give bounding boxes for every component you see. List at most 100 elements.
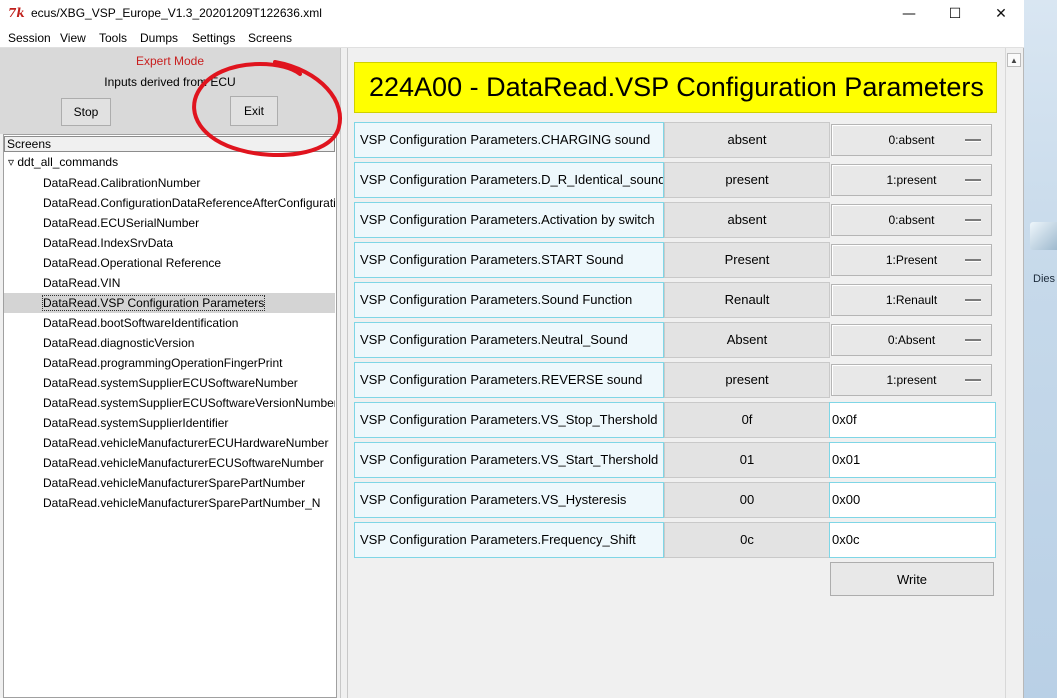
menu-view[interactable]: View [60,31,86,45]
option-menu-indicator-icon [965,139,981,141]
param-option-label: 0:absent [888,133,935,147]
tree-item[interactable]: DataRead.vehicleManufacturerSparePartNum… [4,493,335,513]
param-option-label: 0:absent [888,213,935,227]
tree-item[interactable]: DataRead.CalibrationNumber [4,173,335,193]
tree-item-label: DataRead.VIN [43,276,121,290]
param-option-label: 1:Present [885,253,938,267]
param-hex-input[interactable]: 0x0c [829,522,996,558]
param-value: Present [664,242,830,278]
screen-header: 224A00 - DataRead.VSP Configuration Para… [354,62,997,113]
param-option-label: 0:Absent [887,333,936,347]
param-option-menu[interactable]: 1:present [831,364,992,396]
option-menu-indicator-icon [965,259,981,261]
param-option-menu[interactable]: 0:absent [831,124,992,156]
vertical-scrollbar[interactable] [1005,48,1023,698]
tree-item-label: DataRead.diagnosticVersion [43,336,195,350]
tree-item[interactable]: DataRead.vehicleManufacturerECUSoftwareN… [4,453,335,473]
tree-item[interactable]: DataRead.systemSupplierECUSoftwareVersio… [4,393,335,413]
menu-screens[interactable]: Screens [248,31,292,45]
stop-button[interactable]: Stop [61,98,111,126]
param-hex-input[interactable]: 0x00 [829,482,996,518]
write-button[interactable]: Write [830,562,994,596]
option-menu-indicator-icon [965,339,981,341]
desktop-icon-label[interactable]: Dies [1033,273,1055,285]
tree-item[interactable]: DataRead.ECUSerialNumber [4,213,335,233]
tree-item[interactable]: DataRead.bootSoftwareIdentification [4,313,335,333]
desktop-file-icon[interactable] [1030,222,1057,250]
tree-item-label: DataRead.programmingOperationFingerPrint [43,356,283,370]
param-value: Absent [664,322,830,358]
param-option-menu[interactable]: 1:present [831,164,992,196]
tree-item[interactable]: DataRead.VIN [4,273,335,293]
tree-item-label: DataRead.VSP Configuration Parameters [41,295,266,311]
tree-item-label: DataRead.CalibrationNumber [43,176,201,190]
tree-item-label: DataRead.vehicleManufacturerSparePartNum… [43,476,306,490]
tree-item[interactable]: DataRead.Operational Reference [4,253,335,273]
collapse-triangle-icon[interactable]: ▿ [8,155,14,169]
scroll-up-arrow-icon[interactable]: ▲ [1007,53,1021,67]
param-value: 00 [664,482,830,518]
menu-session[interactable]: Session [8,31,51,45]
tree-item-label: DataRead.Operational Reference [43,256,222,270]
close-button[interactable]: ✕ [978,0,1024,28]
param-option-menu[interactable]: 1:Renault [831,284,992,316]
minimize-button[interactable]: — [886,0,932,28]
param-option-menu[interactable]: 0:absent [831,204,992,236]
param-label: VSP Configuration Parameters.D_R_Identic… [354,162,664,198]
tree-item-label: DataRead.IndexSrvData [43,236,174,250]
param-value: absent [664,202,830,238]
option-menu-indicator-icon [965,179,981,181]
menu-bar: Session View Tools Dumps Settings Screen… [0,28,1024,48]
desktop-background [1024,0,1057,698]
option-menu-indicator-icon [965,219,981,221]
param-label: VSP Configuration Parameters.VS_Start_Th… [354,442,664,478]
param-value: 0c [664,522,830,558]
param-label: VSP Configuration Parameters.REVERSE sou… [354,362,664,398]
param-hex-input[interactable]: 0x0f [829,402,996,438]
param-label: VSP Configuration Parameters.START Sound [354,242,664,278]
tree-item[interactable]: DataRead.systemSupplierIdentifier [4,413,335,433]
param-value: absent [664,122,830,158]
tree-root-label: ddt_all_commands [17,155,119,169]
menu-settings[interactable]: Settings [192,31,235,45]
tree-item[interactable]: DataRead.diagnosticVersion [4,333,335,353]
param-option-menu[interactable]: 0:Absent [831,324,992,356]
tree-item-label: DataRead.ConfigurationDataReferenceAfter… [43,196,335,210]
param-label: VSP Configuration Parameters.CHARGING so… [354,122,664,158]
param-value: 0f [664,402,830,438]
app-window: 7k ecus/XBG_VSP_Europe_V1.3_20201209T122… [0,0,1024,698]
param-option-label: 1:Renault [885,293,938,307]
param-value: present [664,362,830,398]
param-hex-input[interactable]: 0x01 [829,442,996,478]
option-menu-indicator-icon [965,379,981,381]
tree-item[interactable]: DataRead.vehicleManufacturerSparePartNum… [4,473,335,493]
title-bar[interactable]: 7k ecus/XBG_VSP_Europe_V1.3_20201209T122… [0,0,1024,28]
tree-item-label: DataRead.systemSupplierECUSoftwareVersio… [43,396,335,410]
option-menu-indicator-icon [965,299,981,301]
maximize-button[interactable]: ☐ [932,0,978,28]
tree-item[interactable]: DataRead.vehicleManufacturerECUHardwareN… [4,433,335,453]
param-label: VSP Configuration Parameters.VS_Stop_The… [354,402,664,438]
tree-item-label: DataRead.systemSupplierECUSoftwareNumber [43,376,298,390]
param-label: VSP Configuration Parameters.Neutral_Sou… [354,322,664,358]
tree-root-node[interactable]: ▿ ddt_all_commands [8,155,118,169]
tree-item[interactable]: DataRead.IndexSrvData [4,233,335,253]
menu-dumps[interactable]: Dumps [140,31,178,45]
tree-item-label: DataRead.vehicleManufacturerSparePartNum… [43,496,321,510]
tree-item-label: DataRead.systemSupplierIdentifier [43,416,229,430]
menu-tools[interactable]: Tools [99,31,127,45]
tk-app-icon: 7k [8,6,25,20]
param-option-label: 1:present [886,173,937,187]
window-title: ecus/XBG_VSP_Europe_V1.3_20201209T122636… [31,6,322,20]
tree-item[interactable]: DataRead.VSP Configuration Parameters [4,293,335,313]
tree-header[interactable]: Screens [4,136,335,152]
tree-item[interactable]: DataRead.programmingOperationFingerPrint [4,353,335,373]
tree-item[interactable]: DataRead.systemSupplierECUSoftwareNumber [4,373,335,393]
tree-item-label: DataRead.vehicleManufacturerECUHardwareN… [43,436,329,450]
pane-splitter[interactable] [340,48,348,698]
exit-button[interactable]: Exit [230,96,278,126]
param-label: VSP Configuration Parameters.Frequency_S… [354,522,664,558]
param-option-menu[interactable]: 1:Present [831,244,992,276]
param-label: VSP Configuration Parameters.Sound Funct… [354,282,664,318]
tree-item[interactable]: DataRead.ConfigurationDataReferenceAfter… [4,193,335,213]
